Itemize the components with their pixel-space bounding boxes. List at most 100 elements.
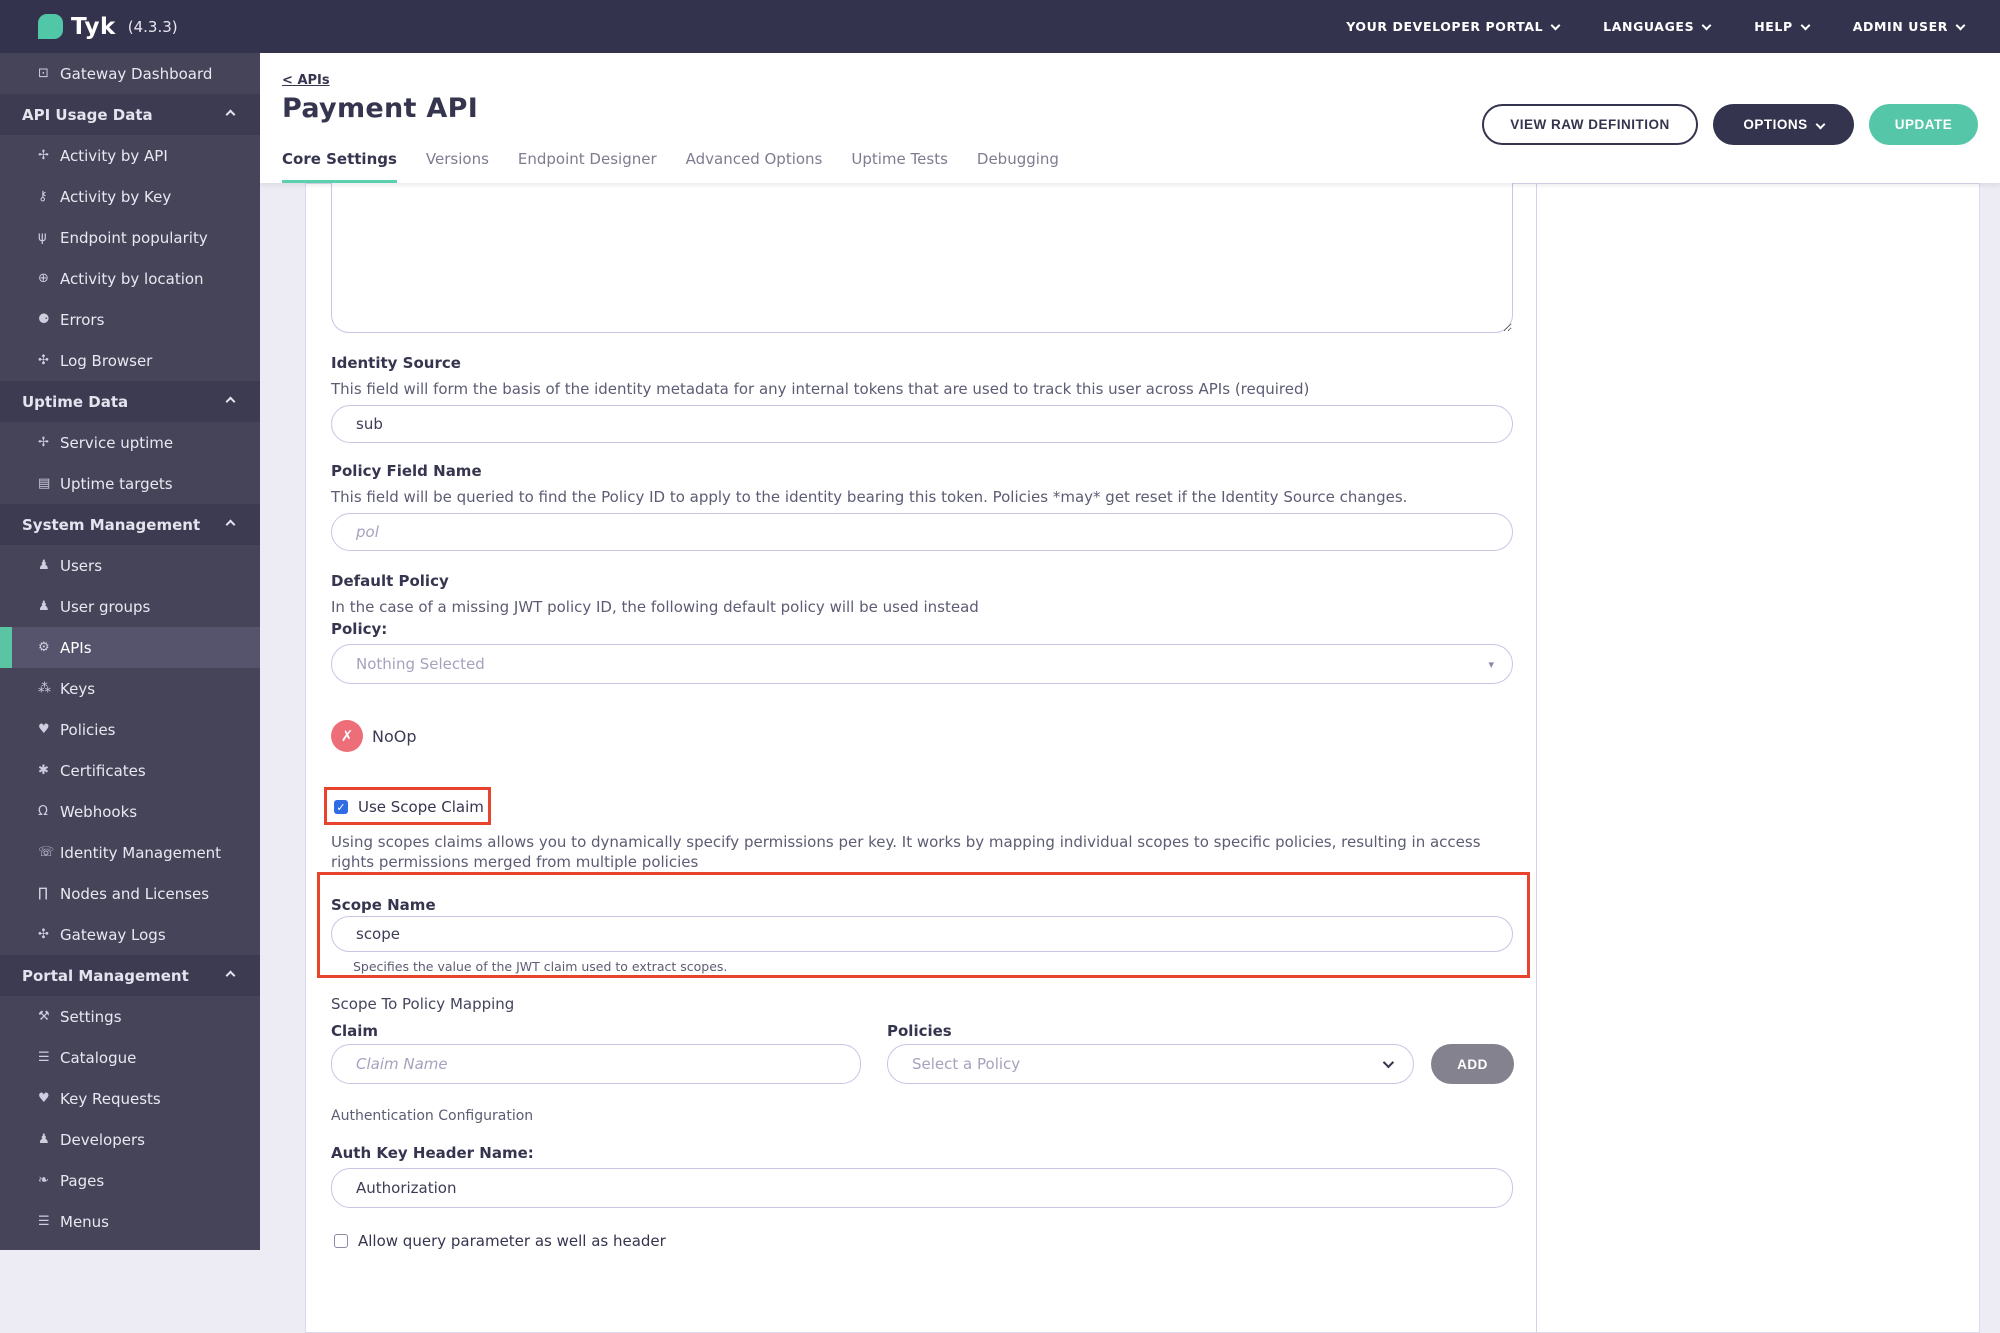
tab-endpoint-designer[interactable]: Endpoint Designer [518,150,657,183]
sidebar-item-settings[interactable]: ⚒Settings [0,996,260,1037]
tab-bar: Core Settings Versions Endpoint Designer Ad… [282,150,1059,183]
auth-key-header-label: Auth Key Header Name: [331,1144,534,1162]
sidebar-item-label: API Usage Data [22,106,153,124]
bug-icon: ✣ [38,353,60,368]
sidebar-item-users[interactable]: ♟Users [0,545,260,586]
monitor-icon: ⊡ [38,66,60,81]
sidebar-item-service-uptime[interactable]: ✢Service uptime [0,422,260,463]
menu-label: HELP [1754,19,1793,34]
tab-uptime-tests[interactable]: Uptime Tests [851,150,948,183]
topbar-menu-help[interactable]: HELP [1754,19,1809,34]
options-button[interactable]: OPTIONS [1713,104,1854,145]
logo-text: Tyk [71,14,116,40]
sidebar-item-certificates[interactable]: ✱Certificates [0,750,260,791]
sidebar-item-identity-management[interactable]: ☏Identity Management [0,832,260,873]
sidebar-item-label: System Management [22,516,200,534]
view-raw-definition-button[interactable]: VIEW RAW DEFINITION [1482,104,1698,145]
sidebar-item-label: Menus [60,1213,109,1231]
sidebar-item-api-usage-data[interactable]: API Usage Data [0,94,260,135]
user-icon: ♟ [38,558,60,573]
tab-advanced-options[interactable]: Advanced Options [686,150,823,183]
breadcrumb-label: APIs [297,73,329,88]
sidebar-item-label: Log Browser [60,352,152,370]
tab-debugging[interactable]: Debugging [977,150,1059,183]
chevron-up-icon [226,520,236,530]
sidebar-item-developers[interactable]: ♟Developers [0,1119,260,1160]
sidebar-item-errors[interactable]: ⚈Errors [0,299,260,340]
sidebar-item-menus[interactable]: ☰Menus [0,1201,260,1242]
topbar-menu-languages[interactable]: LANGUAGES [1603,19,1710,34]
catalogue-icon: ☰ [38,1050,60,1065]
policy-field-name-label: Policy Field Name [331,462,482,480]
sidebar-item-uptime-data[interactable]: Uptime Data [0,381,260,422]
allow-query-param-checkbox[interactable] [334,1234,348,1248]
sidebar-item-activity-by-key[interactable]: ⚷Activity by Key [0,176,260,217]
scope-name-input[interactable] [331,916,1513,952]
topbar-menu-admin-user[interactable]: ADMIN USER [1853,19,1964,34]
default-policy-description: In the case of a missing JWT policy ID, … [331,598,979,616]
sidebar-item-label: Key Requests [60,1090,161,1108]
certificate-icon: ✱ [38,763,60,778]
tab-versions[interactable]: Versions [426,150,489,183]
topbar-menu-your-developer-portal[interactable]: YOUR DEVELOPER PORTAL [1346,19,1559,34]
sidebar-item-endpoint-popularity[interactable]: ψEndpoint popularity [0,217,260,258]
sidebar-item-gateway-logs[interactable]: ✣Gateway Logs [0,914,260,955]
back-chevron-icon: < [282,73,293,88]
policy-mapping-select[interactable]: Select a Policy [887,1044,1414,1084]
chevron-up-icon [226,110,236,120]
sidebar-item-keys[interactable]: ⁂Keys [0,668,260,709]
sidebar-item-label: Catalogue [60,1049,136,1067]
claim-name-input[interactable] [331,1044,861,1084]
sidebar-item-uptime-targets[interactable]: ▤Uptime targets [0,463,260,504]
phone-icon: ☏ [38,845,60,860]
sidebar-item-label: Webhooks [60,803,137,821]
breadcrumb[interactable]: < APIs [282,73,330,88]
auth-key-header-input[interactable] [331,1168,1513,1208]
main-content: Identity Source This field will form the… [260,53,2000,1250]
use-scope-claim-row: ✓ Use Scope Claim [334,798,484,816]
page-header: < APIs Payment API VIEW RAW DEFINITION O… [260,53,2000,183]
policy-field-name-description: This field will be queried to find the P… [331,488,1407,506]
tyk-logo[interactable]: Tyk (4.3.3) [38,14,178,40]
sidebar-item-user-groups[interactable]: ♟User groups [0,586,260,627]
chevron-down-icon [1815,120,1825,130]
sidebar-item-webhooks[interactable]: ΩWebhooks [0,791,260,832]
sidebar-item-activity-by-api[interactable]: ✢Activity by API [0,135,260,176]
update-button[interactable]: UPDATE [1869,104,1978,145]
sidebar-item-gateway-dashboard[interactable]: ⊡Gateway Dashboard [0,53,260,94]
add-mapping-button[interactable]: ADD [1431,1044,1514,1084]
identity-source-input[interactable] [331,405,1513,443]
sidebar-item-system-management[interactable]: System Management [0,504,260,545]
sidebar-item-label: Pages [60,1172,104,1190]
sidebar-item-key-requests[interactable]: ♥Key Requests [0,1078,260,1119]
dropdown-arrow-icon: ▾ [1488,658,1494,671]
topbar: Tyk (4.3.3) YOUR DEVELOPER PORTAL LANGUAG… [0,0,2000,53]
policy-field-name-input[interactable] [331,513,1513,551]
paw-icon: ♥ [38,722,60,737]
sidebar-item-catalogue[interactable]: ☰Catalogue [0,1037,260,1078]
sidebar-item-nodes-and-licenses[interactable]: ∏Nodes and Licenses [0,873,260,914]
sidebar-item-policies[interactable]: ♥Policies [0,709,260,750]
version-label: (4.3.3) [128,18,178,36]
default-policy-select[interactable]: Nothing Selected ▾ [331,644,1513,684]
remove-noop-button[interactable]: ✗ [331,720,363,752]
sidebar-nav: ⊡Gateway Dashboard API Usage Data ✢Activit… [0,53,260,1250]
identity-source-label: Identity Source [331,354,461,372]
sidebar-item-log-browser[interactable]: ✣Log Browser [0,340,260,381]
page-title: Payment API [282,93,478,124]
sidebar-item-label: Policies [60,721,115,739]
sidebar-item-label: Portal Management [22,967,189,985]
chevron-down-icon [1383,1057,1394,1068]
scope-name-label: Scope Name [331,896,436,914]
tab-core-settings[interactable]: Core Settings [282,150,397,183]
sidebar-item-activity-by-location[interactable]: ⊕Activity by location [0,258,260,299]
sidebar-item-label: Endpoint popularity [60,229,208,247]
noop-label: NoOp [372,727,417,746]
sidebar-item-portal-management[interactable]: Portal Management [0,955,260,996]
sidebar-item-apis[interactable]: ⚙APIs [0,627,260,668]
sidebar-item-pages[interactable]: ❧Pages [0,1160,260,1201]
use-scope-claim-checkbox[interactable]: ✓ [334,800,348,814]
default-policy-label: Default Policy [331,572,449,590]
policies-label: Policies [887,1022,952,1040]
sidebar-item-label: Uptime Data [22,393,128,411]
